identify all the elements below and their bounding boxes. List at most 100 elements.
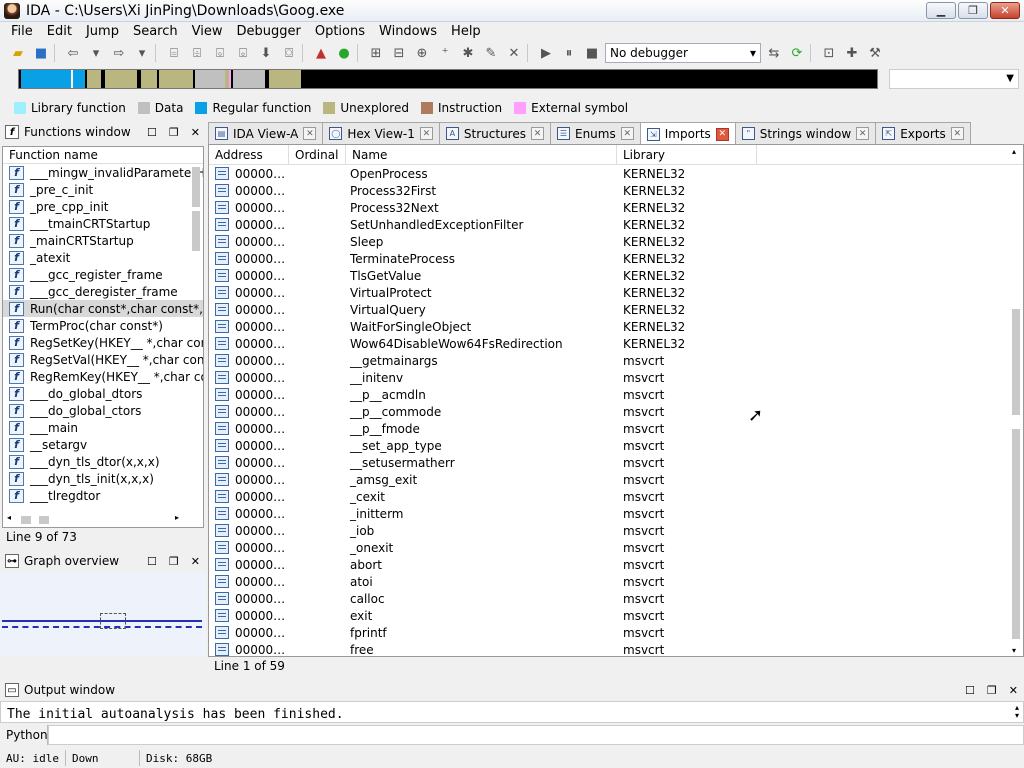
menu-options[interactable]: Options bbox=[308, 24, 372, 39]
panel-float-icon[interactable]: ☐ bbox=[965, 684, 975, 697]
table-row[interactable]: 00000… SetUnhandledExceptionFilter KERNEL3… bbox=[209, 216, 1023, 233]
column-header-name[interactable]: Name bbox=[346, 145, 617, 164]
table-row[interactable]: 00000… Sleep KERNEL32 bbox=[209, 233, 1023, 250]
output-text-area[interactable]: The initial autoanalysis has been finish… bbox=[0, 701, 1024, 723]
table-row[interactable]: 00000… __initenv msvcrt bbox=[209, 369, 1023, 386]
function-row[interactable]: f ___do_global_dtors bbox=[3, 385, 203, 402]
table-row[interactable]: 00000… atoi msvcrt bbox=[209, 573, 1023, 590]
scroll-down-icon[interactable]: ▾ bbox=[1012, 646, 1016, 655]
function-row-selected[interactable]: f Run(char const*,char const*,char const*… bbox=[3, 300, 203, 317]
add-member-icon[interactable]: ⁺ bbox=[435, 43, 455, 63]
pause-icon[interactable]: ⏸ bbox=[559, 43, 579, 63]
breakpoint-icon[interactable]: ✚ bbox=[842, 43, 862, 63]
create-function-icon[interactable]: ⊞ bbox=[366, 43, 386, 63]
function-name-column-header[interactable]: Function name bbox=[3, 147, 203, 164]
column-header-ordinal[interactable]: Ordinal bbox=[289, 145, 346, 164]
jump-down-icon[interactable]: ⬇ bbox=[256, 43, 276, 63]
imports-vertical-scrollbar[interactable]: ▴ ▾ bbox=[1010, 147, 1022, 655]
attach-icon[interactable]: ⇆ bbox=[764, 43, 784, 63]
run-analysis-icon[interactable]: ● bbox=[334, 43, 354, 63]
function-row[interactable]: f ___dyn_tls_init(x,x,x) bbox=[3, 470, 203, 487]
panel-float-icon[interactable]: ☐ bbox=[147, 555, 157, 568]
function-row[interactable]: f ___tmainCRTStartup bbox=[3, 215, 203, 232]
table-row[interactable]: 00000… VirtualProtect KERNEL32 bbox=[209, 284, 1023, 301]
table-row[interactable]: 00000… WaitForSingleObject KERNEL32 bbox=[209, 318, 1023, 335]
scrollbar-thumb[interactable] bbox=[39, 516, 49, 524]
navigation-band[interactable] bbox=[18, 69, 878, 89]
add-struct-icon[interactable]: ⊕ bbox=[412, 43, 432, 63]
function-row[interactable]: f _mainCRTStartup bbox=[3, 232, 203, 249]
close-icon[interactable]: ✕ bbox=[950, 127, 964, 140]
menu-help[interactable]: Help bbox=[444, 24, 488, 39]
function-row[interactable]: f RegSetVal(HKEY__ *,char const*) bbox=[3, 351, 203, 368]
function-row[interactable]: f __setargv bbox=[3, 436, 203, 453]
panel-restore-icon[interactable]: ❐ bbox=[987, 684, 997, 697]
scrollbar-thumb[interactable] bbox=[1012, 429, 1020, 639]
tools-icon[interactable]: ⚒ bbox=[865, 43, 885, 63]
graph-overview-viewport[interactable] bbox=[100, 613, 126, 629]
tab-enums[interactable]: ☰ Enums ✕ bbox=[549, 122, 641, 144]
menu-debugger[interactable]: Debugger bbox=[229, 24, 307, 39]
table-row[interactable]: 00000… __p__commode msvcrt bbox=[209, 403, 1023, 420]
table-row[interactable]: 00000… Process32Next KERNEL32 bbox=[209, 199, 1023, 216]
python-language-button[interactable]: Python bbox=[0, 725, 48, 745]
table-row[interactable]: 00000… TerminateProcess KERNEL32 bbox=[209, 250, 1023, 267]
forward-dropdown-icon[interactable]: ▾ bbox=[132, 43, 152, 63]
warning-icon[interactable]: ▲ bbox=[311, 43, 331, 63]
tab-ida-view-a[interactable]: ▤ IDA View-A ✕ bbox=[208, 122, 324, 144]
menu-search[interactable]: Search bbox=[126, 24, 185, 39]
close-icon[interactable]: ✕ bbox=[419, 127, 433, 140]
table-row[interactable]: 00000… __p__fmode msvcrt bbox=[209, 420, 1023, 437]
delete-icon[interactable]: ✕ bbox=[504, 43, 524, 63]
function-row[interactable]: f _pre_cpp_init bbox=[3, 198, 203, 215]
rename-icon[interactable]: ✎ bbox=[481, 43, 501, 63]
add-enum-icon[interactable]: ✱ bbox=[458, 43, 478, 63]
scroll-right-icon[interactable]: ▸ bbox=[175, 513, 179, 522]
function-row[interactable]: f RegRemKey(HKEY__ *,char const*) bbox=[3, 368, 203, 385]
table-row[interactable]: 00000… __set_app_type msvcrt bbox=[209, 437, 1023, 454]
function-row[interactable]: f ___tlregdtor bbox=[3, 487, 203, 504]
functions-list[interactable]: Function name f ___mingw_invalidParameter… bbox=[2, 146, 204, 528]
calc-icon[interactable]: ⌼ bbox=[279, 43, 299, 63]
back-dropdown-icon[interactable]: ▾ bbox=[86, 43, 106, 63]
forward-arrow-icon[interactable]: ⇨ bbox=[109, 43, 129, 63]
function-row[interactable]: f ___gcc_deregister_frame bbox=[3, 283, 203, 300]
refresh-icon[interactable]: ⟳ bbox=[787, 43, 807, 63]
table-row[interactable]: 00000… abort msvcrt bbox=[209, 556, 1023, 573]
table-row[interactable]: 00000… __setusermatherr msvcrt bbox=[209, 454, 1023, 471]
functions-horizontal-scrollbar[interactable]: ◂ ▸ bbox=[3, 513, 203, 527]
close-icon[interactable]: ✕ bbox=[620, 127, 634, 140]
save-icon[interactable]: ■ bbox=[31, 43, 51, 63]
table-row[interactable]: 00000… _amsg_exit msvcrt bbox=[209, 471, 1023, 488]
scroll-up-icon[interactable]: ▴ bbox=[1012, 147, 1016, 156]
tab-structures[interactable]: A Structures ✕ bbox=[438, 122, 551, 144]
panel-float-icon[interactable]: ☐ bbox=[147, 126, 157, 139]
table-row[interactable]: 00000… __p__acmdln msvcrt bbox=[209, 386, 1023, 403]
tab-strings-window[interactable]: " Strings window ✕ bbox=[734, 122, 877, 144]
menu-jump[interactable]: Jump bbox=[79, 24, 126, 39]
panel-restore-icon[interactable]: ❐ bbox=[169, 126, 179, 139]
column-header-library[interactable]: Library bbox=[617, 145, 757, 164]
table-row[interactable]: 00000… calloc msvcrt bbox=[209, 590, 1023, 607]
function-row[interactable]: f ___do_global_ctors bbox=[3, 402, 203, 419]
table-row[interactable]: 00000… _cexit msvcrt bbox=[209, 488, 1023, 505]
play-icon[interactable]: ▶ bbox=[536, 43, 556, 63]
table-row[interactable]: 00000… _initterm msvcrt bbox=[209, 505, 1023, 522]
panel-close-icon[interactable]: ✕ bbox=[191, 555, 200, 568]
maximize-button[interactable]: ❐ bbox=[958, 2, 988, 19]
menu-edit[interactable]: Edit bbox=[40, 24, 79, 39]
function-row[interactable]: f ___main bbox=[3, 419, 203, 436]
table-row[interactable]: 00000… __getmainargs msvcrt bbox=[209, 352, 1023, 369]
panel-restore-icon[interactable]: ❐ bbox=[169, 555, 179, 568]
table-row[interactable]: 00000… exit msvcrt bbox=[209, 607, 1023, 624]
menu-view[interactable]: View bbox=[185, 24, 230, 39]
scrollbar-thumb[interactable] bbox=[192, 211, 200, 251]
search-next-icon[interactable]: ⌻ bbox=[233, 43, 253, 63]
navigation-combo[interactable]: ▼ bbox=[889, 69, 1019, 89]
python-command-input[interactable] bbox=[48, 725, 1024, 745]
functions-vertical-scrollbar[interactable] bbox=[191, 165, 201, 505]
table-row[interactable]: 00000… free msvcrt bbox=[209, 641, 1023, 656]
column-header-address[interactable]: Address bbox=[209, 145, 289, 164]
tab-exports[interactable]: ⇱ Exports ✕ bbox=[875, 122, 971, 144]
open-folder-icon[interactable]: ▰ bbox=[8, 43, 28, 63]
